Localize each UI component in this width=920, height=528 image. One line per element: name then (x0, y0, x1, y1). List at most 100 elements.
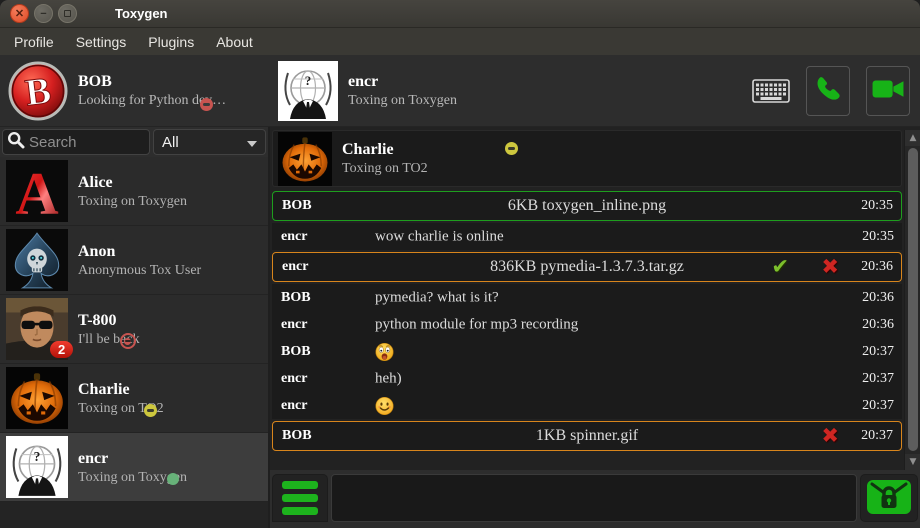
self-profile[interactable]: B BOB Looking for Python dev… (0, 55, 270, 126)
title-bar: ✕ − Toxygen (0, 0, 920, 28)
contact-list-item-t-800[interactable]: T-800 I'll be back 2 (0, 295, 268, 364)
message-sender: encr (281, 317, 307, 333)
main-body: All A Alice Toxing on Toxygen Anon Anony… (0, 127, 920, 528)
cancel-file-button[interactable]: ✖ (821, 257, 839, 278)
active-contact-header: ? encr Toxing on Toxygen (270, 55, 920, 126)
composer-bar (270, 470, 920, 528)
chat-scrollbar[interactable]: ▲ ▼ (904, 130, 920, 470)
unread-count-badge: 2 (50, 341, 73, 358)
video-call-button[interactable] (866, 66, 910, 116)
hamburger-icon (282, 481, 318, 489)
contact-list: A Alice Toxing on Toxygen Anon Anonymous… (0, 157, 268, 528)
message-time: 20:37 (862, 371, 894, 387)
scroll-down-icon[interactable]: ▼ (905, 454, 920, 470)
message-time: 20:37 (862, 344, 894, 360)
contact-name: T-800 (78, 310, 140, 331)
file-transfer-label: 6KB toxygen_inline.png (508, 197, 666, 215)
emoji-smile-icon (375, 396, 394, 415)
contact-identity: Anon Anonymous Tox User (78, 241, 201, 279)
header-row: B BOB Looking for Python dev… ? encr Tox… (0, 55, 920, 127)
scrollbar-thumb[interactable] (908, 148, 918, 451)
maximize-glyph (64, 10, 71, 17)
message-row: encrpython module for mp3 recording20:36 (272, 311, 902, 338)
message-row: BOB 20:37 (272, 338, 902, 365)
contacts-sidebar: All A Alice Toxing on Toxygen Anon Anony… (0, 127, 270, 528)
chat-peer-widget[interactable]: Charlie Toxing on TO2 (272, 130, 902, 187)
file-transfer-row: encr836KB pymedia-1.3.7.3.tar.gz✔✖20:36 (272, 252, 902, 282)
message-time: 20:35 (861, 198, 893, 214)
close-window-icon[interactable]: ✕ (10, 4, 29, 23)
menu-item-about[interactable]: About (206, 30, 263, 54)
contact-status-message: Toxing on Toxygen (78, 193, 187, 210)
cancel-file-button[interactable]: ✖ (821, 426, 839, 447)
minimize-window-icon[interactable]: − (34, 4, 53, 23)
contact-avatar (6, 367, 68, 429)
maximize-window-icon[interactable] (58, 4, 77, 23)
message-text: python module for mp3 recording (375, 316, 578, 333)
menu-item-plugins[interactable]: Plugins (138, 30, 204, 54)
contact-list-item-anon[interactable]: Anon Anonymous Tox User (0, 226, 268, 295)
video-camera-icon (871, 76, 905, 107)
busy-ring-status-icon (120, 333, 136, 349)
file-transfer-label: 836KB pymedia-1.3.7.3.tar.gz (490, 258, 684, 276)
search-input[interactable] (29, 134, 141, 151)
online-status-icon (167, 473, 179, 485)
away-status-icon (505, 142, 518, 155)
search-box[interactable] (2, 129, 150, 155)
active-contact-identity: encr Toxing on Toxygen (348, 72, 457, 110)
emoji-fearful-icon (375, 342, 394, 361)
chat-peer-status-message: Toxing on TO2 (342, 160, 428, 177)
contact-list-item-charlie[interactable]: Charlie Toxing on TO2 (0, 364, 268, 433)
message-text: pymedia? what is it? (375, 289, 499, 306)
call-toolbar (752, 55, 910, 127)
menu-item-profile[interactable]: Profile (4, 30, 64, 54)
menu-item-settings[interactable]: Settings (66, 30, 137, 54)
message-time: 20:37 (862, 398, 894, 414)
active-contact-avatar: ? (278, 61, 338, 121)
contact-name: Charlie (78, 379, 164, 400)
accept-file-button[interactable]: ✔ (771, 257, 789, 278)
message-row: encrheh)20:37 (272, 365, 902, 392)
contact-filter-dropdown[interactable]: All (153, 129, 266, 155)
contact-avatar: ? (6, 436, 68, 498)
chat-peer-identity: Charlie Toxing on TO2 (342, 140, 428, 177)
message-text: heh) (375, 370, 402, 387)
file-transfer-row: BOB 1KB spinner.gif ✖ 20:37 (272, 421, 902, 451)
send-message-button[interactable] (860, 474, 918, 522)
message-sender: BOB (282, 428, 312, 444)
menu-bar: ProfileSettingsPluginsAbout (0, 28, 920, 55)
svg-text:?: ? (305, 73, 312, 88)
contact-name: Anon (78, 241, 201, 262)
message-sender: BOB (282, 198, 312, 214)
message-row: encr 20:37 (272, 392, 902, 419)
self-name: BOB (78, 72, 226, 92)
message-row: encrwow charlie is online20:35 (272, 223, 902, 250)
audio-call-button[interactable] (806, 66, 850, 116)
phone-icon (813, 74, 843, 109)
scroll-up-icon[interactable]: ▲ (905, 130, 920, 146)
chat-menu-button[interactable] (272, 474, 328, 522)
file-transfer-row: BOB 6KB toxygen_inline.png 20:35 (272, 191, 902, 221)
away-status-icon (144, 404, 157, 417)
file-transfer-label: 1KB spinner.gif (536, 427, 638, 445)
message-list: BOB 6KB toxygen_inline.png 20:35 encr wow ch… (272, 189, 902, 470)
contact-identity: Alice Toxing on Toxygen (78, 172, 187, 210)
contact-name: Alice (78, 172, 187, 193)
contact-name: encr (78, 448, 187, 469)
toxygen-window: ✕ − Toxygen ProfileSettingsPluginsAbout … (0, 0, 920, 528)
message-time: 20:37 (861, 428, 893, 444)
window-controls: ✕ − (0, 4, 77, 23)
self-avatar: B (8, 61, 68, 121)
contact-list-item-alice[interactable]: A Alice Toxing on Toxygen (0, 157, 268, 226)
chat-peer-name: Charlie (342, 140, 428, 160)
svg-text:B: B (23, 69, 53, 114)
message-time: 20:35 (862, 229, 894, 245)
contact-avatar (6, 229, 68, 291)
window-title: Toxygen (115, 6, 168, 21)
chat-peer-avatar (278, 132, 332, 186)
message-input[interactable] (331, 474, 857, 522)
svg-text:?: ? (34, 449, 41, 464)
contact-list-item-encr[interactable]: ? encr Toxing on Toxygen (0, 433, 268, 502)
contact-status-message: Anonymous Tox User (78, 262, 201, 279)
message-text: wow charlie is online (375, 228, 504, 245)
